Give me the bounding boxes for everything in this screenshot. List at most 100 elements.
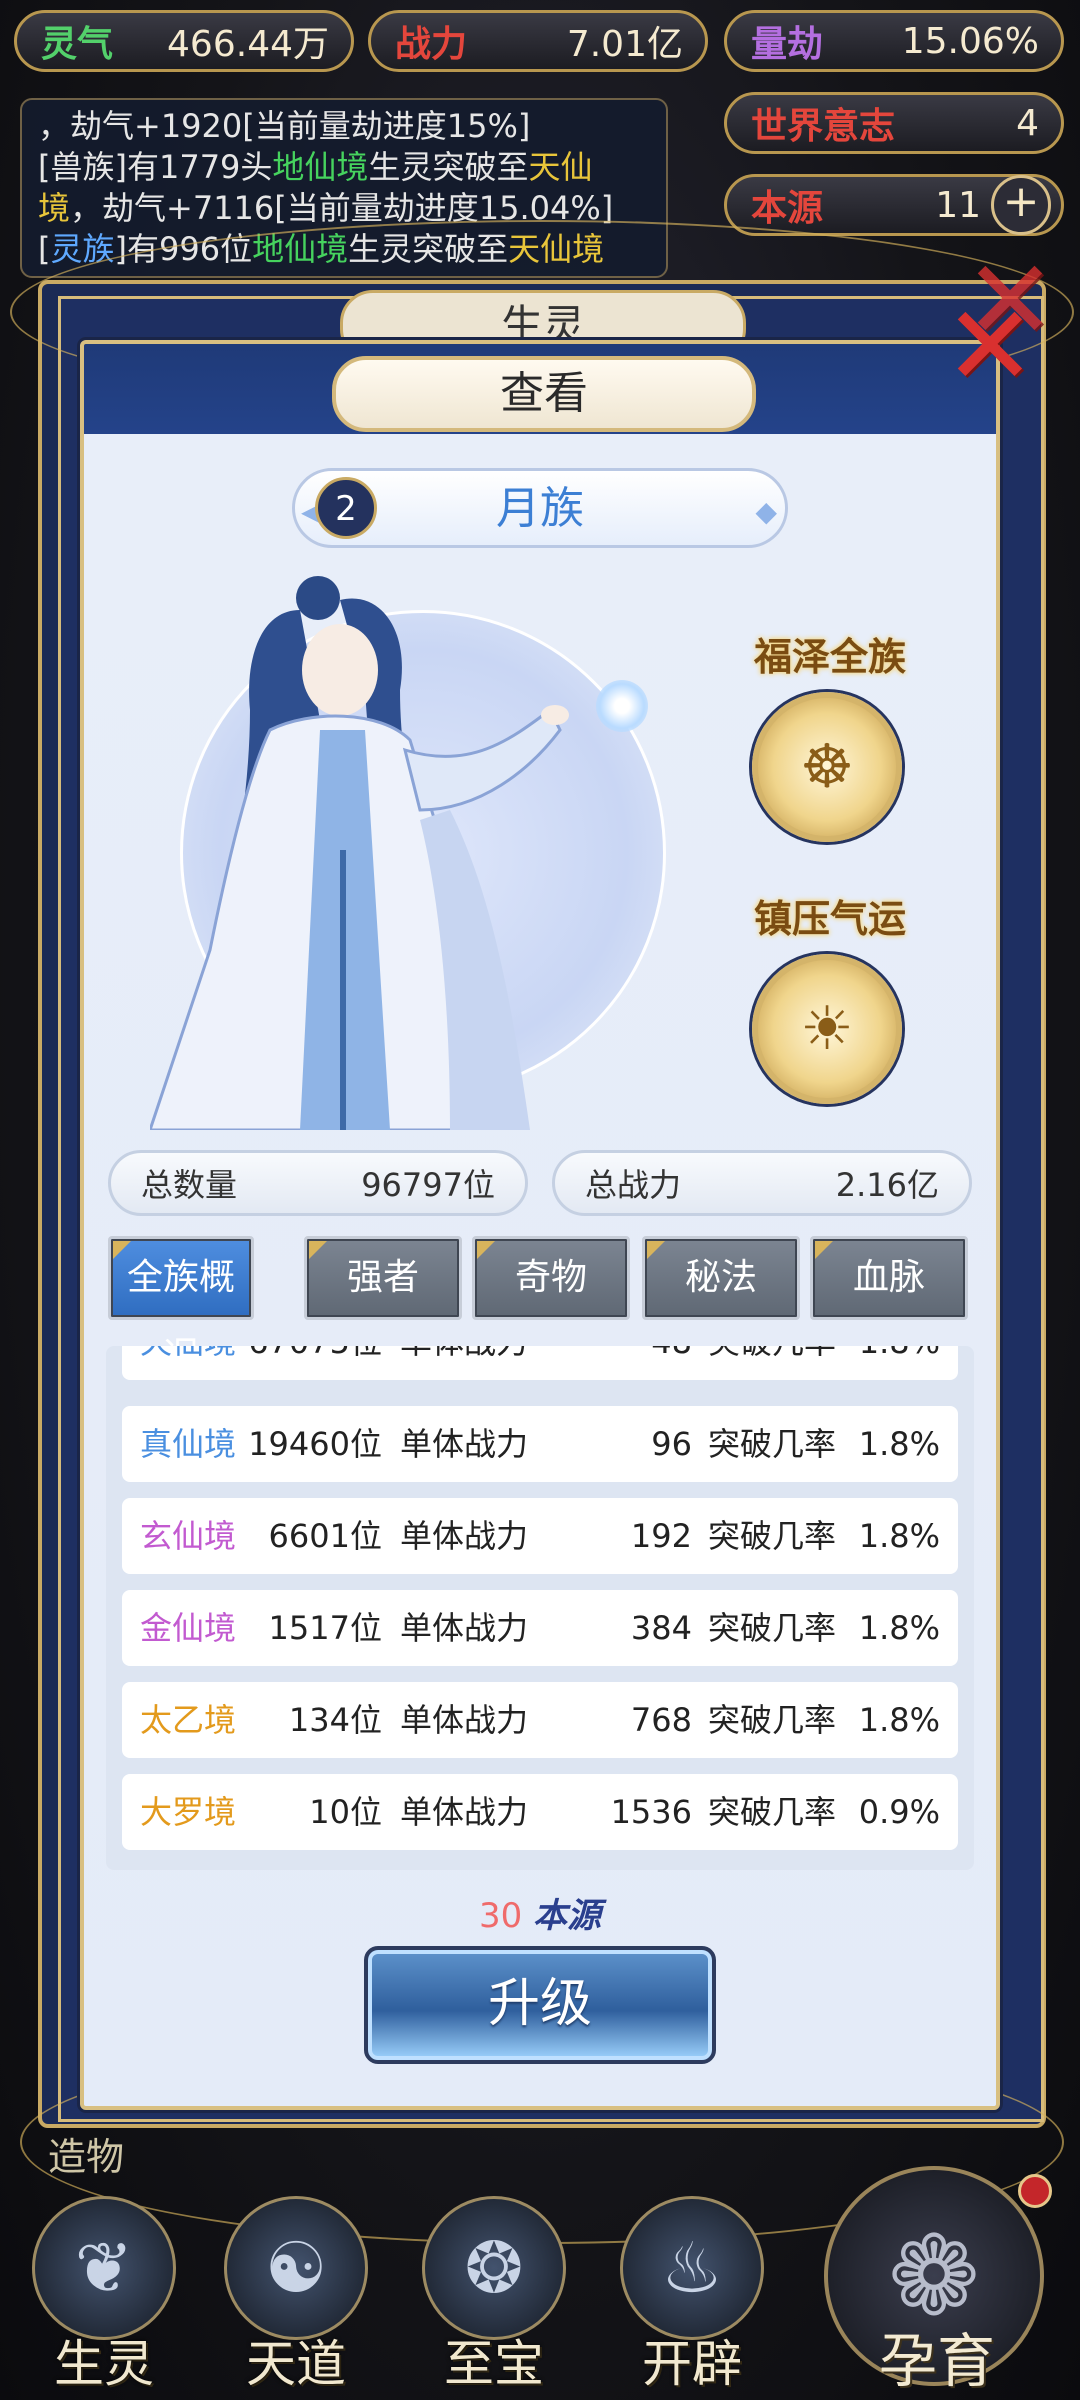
nav-kaipi[interactable]: ♨ 开辟 (602, 2196, 782, 2393)
race-selector[interactable]: ◀ 2 月族 ◆ (292, 468, 788, 548)
hud-lingqi: 灵气 466.44万 (14, 10, 354, 72)
hud-benyuan[interactable]: 本源 11 + (724, 174, 1064, 236)
unit-power-value: 96 (651, 1425, 692, 1463)
buff-label-fuze: 福泽全族 (753, 635, 906, 679)
table-row: 天仙境 67075位 单体战力 48 突破几率 1.8% (122, 1346, 958, 1380)
nav-tiandao[interactable]: ☯ 天道 (206, 2196, 386, 2393)
total-power-label: 总战力 (585, 1166, 682, 1204)
hud-lingqi-value: 466.44万 (167, 24, 329, 65)
nurture-label: 孕育 (878, 2327, 995, 2395)
cost-amount: 30 (478, 1896, 523, 1936)
upgrade-cost: 30 本源 (0, 1888, 1080, 1937)
nav-label: 生灵 (54, 2335, 154, 2393)
add-benyuan-button[interactable]: + (991, 175, 1051, 235)
tab-corner-icon (113, 1241, 131, 1259)
close-button[interactable]: ✕ (940, 291, 1040, 401)
tab-label: 强者 (346, 1257, 419, 1298)
realm-count: 6601位 (268, 1517, 382, 1555)
unit-power-label: 单体战力 (400, 1793, 529, 1831)
breakthrough-label: 突破几率 (708, 1793, 837, 1831)
hud-shijie[interactable]: 世界意志 4 (724, 92, 1064, 154)
breakthrough-rate: 1.8% (858, 1425, 940, 1463)
race-name: 月族 (496, 483, 584, 534)
realm-name: 太乙境 (140, 1701, 237, 1739)
tab-corner-icon (647, 1241, 665, 1259)
breakthrough-rate: 1.8% (859, 1346, 940, 1380)
phoenix-icon: ❦ (32, 2196, 176, 2340)
hud-shijie-value: 4 (1016, 102, 1039, 144)
upgrade-button[interactable]: 升级 (364, 1946, 716, 2064)
tab-strong[interactable]: 强者 (304, 1236, 462, 1320)
dialog-title: 查看 (332, 356, 756, 432)
realm-name: 金仙境 (140, 1609, 237, 1647)
unit-power-value: 1536 (610, 1793, 692, 1831)
log-text: [兽族]有1779头 (38, 148, 273, 186)
unit-power-value: 48 (651, 1346, 692, 1380)
realm-name: 大罗境 (140, 1793, 237, 1831)
tab-relics[interactable]: 奇物 (472, 1236, 630, 1320)
breakthrough-label: 突破几率 (708, 1346, 836, 1380)
cost-unit: 本源 (533, 1896, 602, 1936)
tab-bloodline[interactable]: 血脉 (810, 1236, 968, 1320)
total-count: 总数量 96797位 (108, 1150, 528, 1216)
tab-label: 秘法 (684, 1257, 757, 1298)
log-realm: 天仙 (528, 148, 593, 186)
hud-zhanli-value: 7.01亿 (566, 24, 683, 65)
realm-count: 19460位 (248, 1425, 382, 1463)
tab-label: 血脉 (852, 1257, 925, 1298)
unit-power-value: 192 (630, 1517, 692, 1555)
log-line: ，劫气+1920[当前量劫进度15%] (38, 106, 650, 147)
unit-power-label: 单体战力 (400, 1701, 529, 1739)
table-row: 真仙境 19460位 单体战力 96 突破几率 1.8% (122, 1406, 958, 1482)
swirl-icon: ☯ (224, 2196, 368, 2340)
buff-label-zhenya: 镇压气运 (753, 897, 906, 941)
unit-power-label: 单体战力 (400, 1346, 528, 1380)
log-text: [ (38, 230, 51, 268)
scroll-icon[interactable]: ☸ (752, 692, 902, 842)
tab-corner-icon (309, 1241, 327, 1259)
table-row: 大罗境 10位 单体战力 1536 突破几率 0.9% (122, 1774, 958, 1850)
nurture-button[interactable]: ❁ 孕育 (814, 2166, 1060, 2396)
unit-power-value: 384 (630, 1609, 692, 1647)
tab-overview[interactable]: 全族概况 (108, 1236, 254, 1376)
nav-label: 开辟 (642, 2335, 742, 2393)
breakthrough-label: 突破几率 (708, 1517, 837, 1555)
nav-shengling[interactable]: ❦ 生灵 (14, 2196, 194, 2393)
log-text: 生灵突破至 (368, 148, 529, 186)
next-race-icon[interactable]: ◆ (755, 495, 777, 528)
sun-medallion-icon[interactable]: ☀ (752, 954, 902, 1104)
total-power: 总战力 2.16亿 (552, 1150, 972, 1216)
breakthrough-rate: 0.9% (858, 1793, 940, 1831)
hud-zhanli: 战力 7.01亿 (368, 10, 708, 72)
unit-power-label: 单体战力 (400, 1425, 529, 1463)
side-tag-zaowu[interactable]: 造物 (48, 2126, 124, 2181)
realm-name: 天仙境 (140, 1346, 236, 1380)
realm-list[interactable]: 天仙境 67075位 单体战力 48 突破几率 1.8% 真仙境 19460位 … (106, 1346, 974, 1870)
realm-count: 1517位 (268, 1609, 382, 1647)
breakthrough-label: 突破几率 (708, 1425, 837, 1463)
character-figure (150, 576, 569, 1130)
treasure-icon: ❂ (422, 2196, 566, 2340)
log-text: ，劫气+1920[当前量劫进度15%] (38, 107, 531, 145)
hud-zhanli-label: 战力 (395, 24, 468, 65)
total-count-label: 总数量 (141, 1166, 238, 1204)
hud-benyuan-label: 本源 (751, 188, 824, 229)
realm-name: 真仙境 (140, 1425, 237, 1463)
unit-power-label: 单体战力 (400, 1517, 529, 1555)
hud-lingqi-label: 灵气 (41, 24, 114, 65)
realm-count: 10位 (309, 1793, 382, 1831)
realm-count: 67075位 (248, 1346, 382, 1380)
total-power-value: 2.16亿 (835, 1166, 939, 1204)
tab-secret-arts[interactable]: 秘法 (642, 1236, 800, 1320)
breakthrough-rate: 1.8% (858, 1701, 940, 1739)
unit-power-value: 768 (630, 1701, 692, 1739)
nav-zhibao[interactable]: ❂ 至宝 (404, 2196, 584, 2393)
breakthrough-label: 突破几率 (708, 1701, 837, 1739)
realm-count: 134位 (288, 1701, 382, 1739)
hud-shijie-label: 世界意志 (751, 106, 896, 147)
unit-power-label: 单体战力 (400, 1609, 529, 1647)
table-row: 太乙境 134位 单体战力 768 突破几率 1.8% (122, 1682, 958, 1758)
hud-liangjie[interactable]: 量劫 15.06% (724, 10, 1064, 72)
breakthrough-label: 突破几率 (708, 1609, 837, 1647)
breakthrough-rate: 1.8% (858, 1609, 940, 1647)
